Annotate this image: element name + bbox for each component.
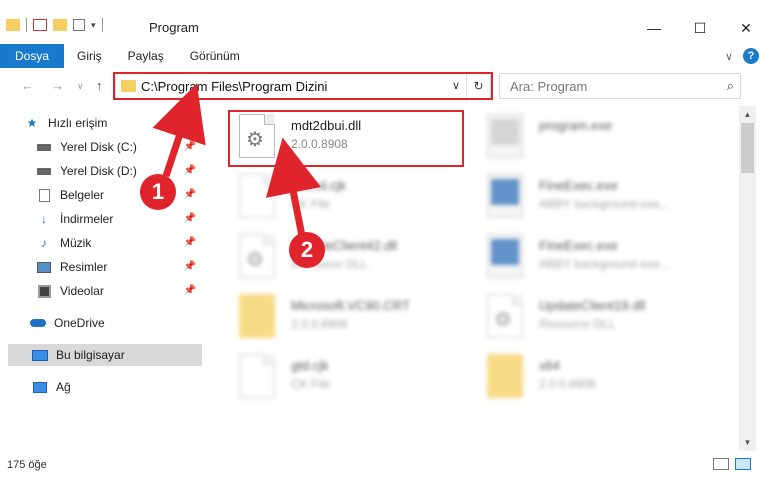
step-badge-1: 1 [140,174,176,210]
step-badge-2: 2 [289,232,325,268]
annotation-arrows [152,83,321,237]
arrow-1 [152,83,206,178]
arrow-2 [265,137,321,237]
